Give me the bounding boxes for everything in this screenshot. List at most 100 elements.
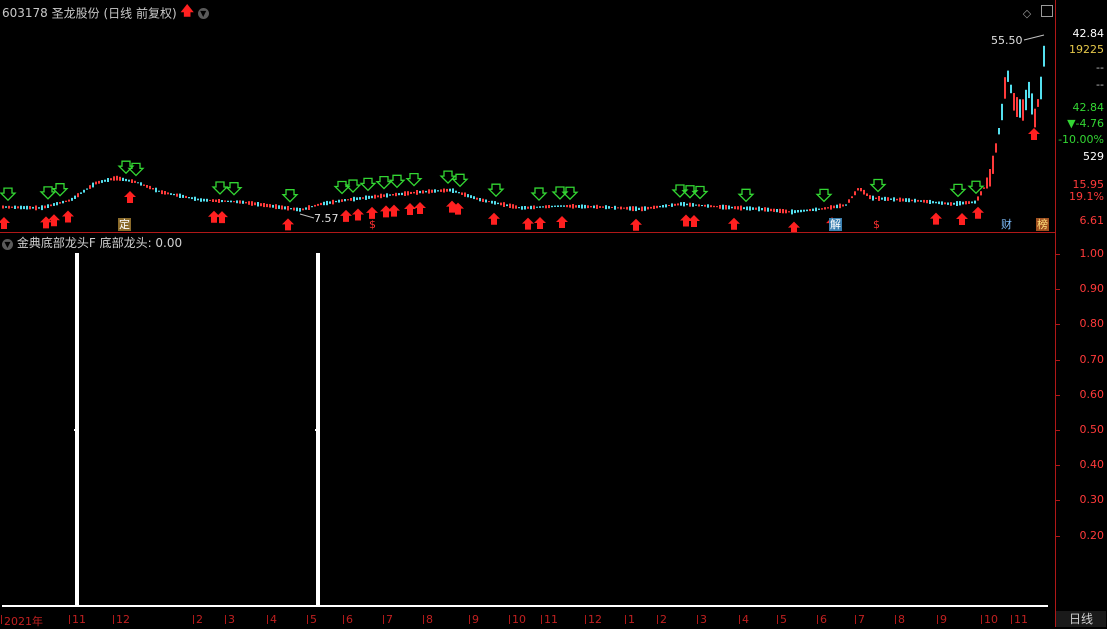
event-badge-jie[interactable]: 解 (829, 218, 842, 231)
candle (104, 179, 106, 182)
candle (710, 205, 712, 208)
sell-signal-arrow (439, 170, 457, 185)
candle (1043, 45, 1045, 67)
indicator-axis-tickmark (1056, 394, 1060, 396)
candle (515, 205, 517, 209)
period-tab-daily[interactable]: 日线 (1056, 611, 1106, 627)
time-axis-label: 9 (469, 613, 479, 626)
candle (593, 205, 595, 209)
candle (365, 195, 367, 200)
time-axis-label: 7 (383, 613, 393, 626)
candle (911, 199, 913, 202)
candle (785, 209, 787, 214)
candle (539, 206, 541, 208)
candle (899, 197, 901, 202)
candle (896, 198, 898, 201)
candle (914, 198, 916, 203)
candle (419, 190, 421, 194)
buy-signal-arrow (688, 215, 700, 228)
candle (56, 202, 58, 206)
indicator-chart[interactable] (0, 248, 1055, 610)
candle (185, 195, 187, 198)
candle (815, 207, 817, 212)
candle (416, 190, 418, 195)
candle (995, 143, 997, 153)
candle (809, 209, 811, 212)
candle (1031, 93, 1033, 115)
buy-signal-arrow (728, 217, 740, 230)
candle (62, 200, 64, 204)
event-badge-cai[interactable]: 财 (1000, 218, 1013, 231)
candle (836, 204, 838, 209)
candle (257, 202, 259, 207)
candle (662, 205, 664, 208)
axis-top-price: 42.84 (1072, 27, 1105, 40)
candle (959, 201, 961, 206)
buy-signal-arrow (630, 218, 642, 231)
event-badge-dollar[interactable]: $ (368, 218, 377, 231)
candle (830, 205, 832, 210)
price-axis: 42.84 19225 -- -- 42.84 ▼-4.76 -10.00% 5… (1055, 0, 1107, 627)
indicator-axis-tickmark (1056, 324, 1060, 326)
axis-dash: -- (1096, 61, 1104, 74)
candle (824, 207, 826, 210)
indicator-line (2, 253, 1048, 607)
candle (962, 201, 964, 205)
candle (656, 205, 658, 209)
candle (128, 179, 130, 182)
event-badge-dollar[interactable]: $ (872, 218, 881, 231)
candle (620, 206, 622, 210)
time-axis-label: 8 (895, 613, 905, 626)
candle (851, 196, 853, 199)
candle (827, 207, 829, 209)
candle (941, 201, 943, 205)
candle (980, 191, 982, 196)
candle (1007, 70, 1009, 82)
candle (944, 202, 946, 205)
candle (86, 188, 88, 190)
candle (389, 194, 391, 196)
candle (929, 199, 931, 204)
candle (848, 199, 850, 203)
candle (371, 195, 373, 199)
indicator-axis-tick: 0.60 (1079, 387, 1105, 401)
candle (668, 205, 670, 206)
axis-change-pct: -10.00% (1058, 133, 1104, 146)
buy-signal-arrow (930, 212, 942, 225)
candle (626, 206, 628, 210)
candle (329, 201, 331, 204)
candle (548, 205, 550, 209)
indicator-axis-tickmark (1056, 500, 1060, 502)
candle (602, 206, 604, 208)
sell-signal-arrow (225, 182, 243, 196)
candle (821, 208, 823, 210)
candle (272, 204, 274, 208)
time-axis-label: 6 (817, 613, 827, 626)
candle (395, 192, 397, 197)
price-chart[interactable]: 55.50 7.57 (0, 0, 1055, 232)
candle (350, 198, 352, 201)
indicator-axis-tick: 0.90 (1079, 282, 1105, 296)
low-price-label: 7.57 (314, 212, 339, 225)
candle (302, 208, 304, 211)
candle (428, 189, 430, 194)
candle (218, 199, 220, 203)
indicator-axis-tick: 0.80 (1079, 317, 1105, 331)
candle (476, 197, 478, 200)
candle (83, 189, 85, 193)
sell-signal-arrow (281, 189, 299, 203)
candle (119, 176, 121, 181)
candle (161, 190, 163, 195)
event-badge-bang[interactable]: 榜 (1036, 218, 1049, 231)
candle (284, 206, 286, 210)
candle (782, 209, 784, 214)
candle (749, 206, 751, 211)
candle (917, 199, 919, 202)
event-badge-ding[interactable]: 定 (118, 218, 131, 231)
candle (719, 205, 721, 209)
candle (452, 188, 454, 193)
indicator-axis-tick: 0.40 (1079, 458, 1105, 472)
buy-signal-arrow (216, 211, 228, 224)
candle (80, 192, 82, 194)
candle (44, 205, 46, 209)
